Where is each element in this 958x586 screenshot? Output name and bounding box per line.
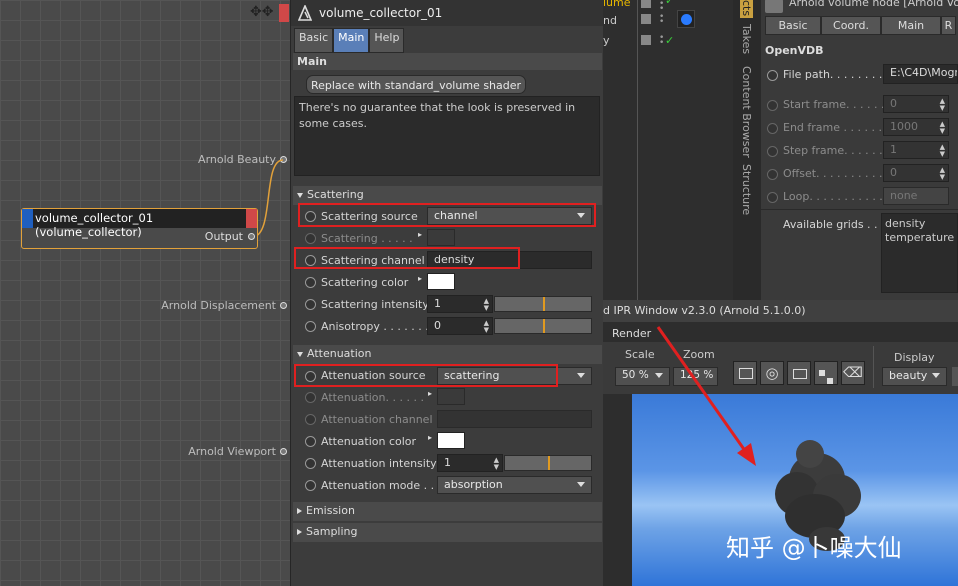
annotation-arrow bbox=[656, 326, 756, 466]
